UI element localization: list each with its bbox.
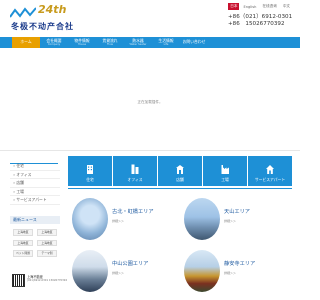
news-button[interactable]: 上海地区 [37,239,57,246]
area-more-link[interactable]: 詳細＞＞ [112,219,124,223]
service-tile-house[interactable]: 住宅 [68,156,112,186]
news-button[interactable]: 上海地区 [13,239,33,246]
nav-item-company[interactable]: 会社概要 Company [40,37,68,48]
main-nav: ホーム 会社概要 Company 物件情報 House 賃貸流れ Flow 熱水… [0,37,300,48]
area-photo [184,250,220,292]
nav-item-contact[interactable]: お問い合わせ [180,37,208,48]
site-header: 24th 冬极不动产合社 日本 English 在线咨询 中文 +86（021）… [0,0,300,36]
phone-numbers: +86（021）6912-0301 +86 15026770392 [228,14,292,28]
sidebar-item-service-apartment[interactable]: サービスアパート [10,196,60,205]
area-photo [72,250,108,292]
area-title[interactable]: 天山エリア [224,208,250,215]
sidebar-item-factory[interactable]: 工場 [10,188,60,196]
divider [68,188,292,189]
sidebar-item-office[interactable]: オフィス [10,171,60,179]
area-more-link[interactable]: 詳細＞＞ [224,271,236,275]
service-tile-factory[interactable]: 工場 [203,156,247,186]
logo-mark-icon [10,7,36,18]
area-title[interactable]: 静安寺エリア [224,260,255,267]
sidebar-item-house[interactable]: 住宅 [10,162,60,171]
area-card-tianshan[interactable]: 天山エリア 詳細＞＞ [184,198,292,246]
phone-line: +86（021）6912-0301 [228,14,293,20]
news-button[interactable]: 上海地区 [13,229,33,236]
area-card-gubei-hongqiao[interactable]: 古北・虹橋エリア 詳細＞＞ [72,198,180,246]
nav-label: お問い合わせ [182,39,206,45]
company-name[interactable]: 冬极不动产合社 [11,21,74,32]
nav-sublabel: Life [163,43,169,47]
qr-contact-info: (021)6912-0301 15026770392 [27,279,68,282]
sidebar-item-store[interactable]: 店舗 [10,179,60,188]
area-more-link[interactable]: 詳細＞＞ [112,271,124,275]
service-tile-label: サービスアパート [254,177,286,182]
area-card-zhongshan-park[interactable]: 中山公園エリア 詳細＞＞ [72,250,180,298]
nav-sublabel: Water heater [129,43,147,47]
nav-item-home[interactable]: ホーム [12,37,40,48]
qr-code-icon [12,274,25,287]
sidebar-category-list: 住宅 オフィス 店舗 工場 サービスアパート [10,162,60,205]
nav-item-life[interactable]: 生活情報 Life [152,37,180,48]
banner-area: 正在加载插件。 [0,48,300,154]
news-button[interactable]: ペット問題 [13,250,33,257]
area-title[interactable]: 中山公園エリア [112,260,148,267]
service-tile-office[interactable]: オフィス [113,156,157,186]
factory-icon [221,165,229,174]
news-button[interactable]: テーマ別 [37,250,57,257]
area-more-link[interactable]: 詳細＞＞ [224,219,236,223]
service-tile-service-apartment[interactable]: サービスアパート [248,156,292,186]
nav-item-house[interactable]: 物件情報 House [68,37,96,48]
nav-sublabel: Company [47,43,61,47]
service-tile-store[interactable]: 店舗 [158,156,202,186]
nav-item-water-heater[interactable]: 熱水器 Water heater [124,37,152,48]
service-tile-label: オフィス [127,177,143,182]
news-button-grid: 上海地区 上海地区 上海地区 上海地区 ペット問題 テーマ別 [13,229,57,257]
service-tile-label: 店舗 [176,177,184,182]
plugin-loading-message: 正在加载插件。 [137,100,163,104]
qr-contact-block: 上海不動産 (021)6912-0301 15026770392 [10,272,67,300]
logo-number: 24th [38,3,67,16]
news-button[interactable]: 上海地区 [37,229,57,236]
news-heading: 最新ニュース [10,216,60,224]
area-photo [72,198,108,240]
nav-sublabel: House [77,43,87,47]
area-photo [184,198,220,240]
lang-link[interactable]: 中文 [281,3,292,10]
divider [0,150,300,151]
office-icon [131,164,139,174]
phone-line: +86 15026770392 [228,20,285,27]
lang-link[interactable]: English [241,4,258,10]
lang-link[interactable]: 在线咨询 [260,3,278,10]
service-tile-label: 工場 [221,177,229,182]
area-title[interactable]: 古北・虹橋エリア [112,208,154,215]
area-card-jingan-temple[interactable]: 静安寺エリア 詳細＞＞ [184,250,292,298]
building-icon [87,165,93,174]
service-tiles: 住宅 オフィス 店舗 工場 サービスアパート [68,156,292,186]
language-bar: 日本 English 在线咨询 中文 [228,3,292,10]
store-icon [176,165,184,174]
service-tile-label: 住宅 [86,177,94,182]
lang-link[interactable]: 日本 [228,3,240,10]
apartment-icon [266,165,274,174]
nav-sublabel: Flow [107,43,113,47]
nav-item-flow[interactable]: 賃貸流れ Flow [96,37,124,48]
nav-label: ホーム [20,39,32,45]
